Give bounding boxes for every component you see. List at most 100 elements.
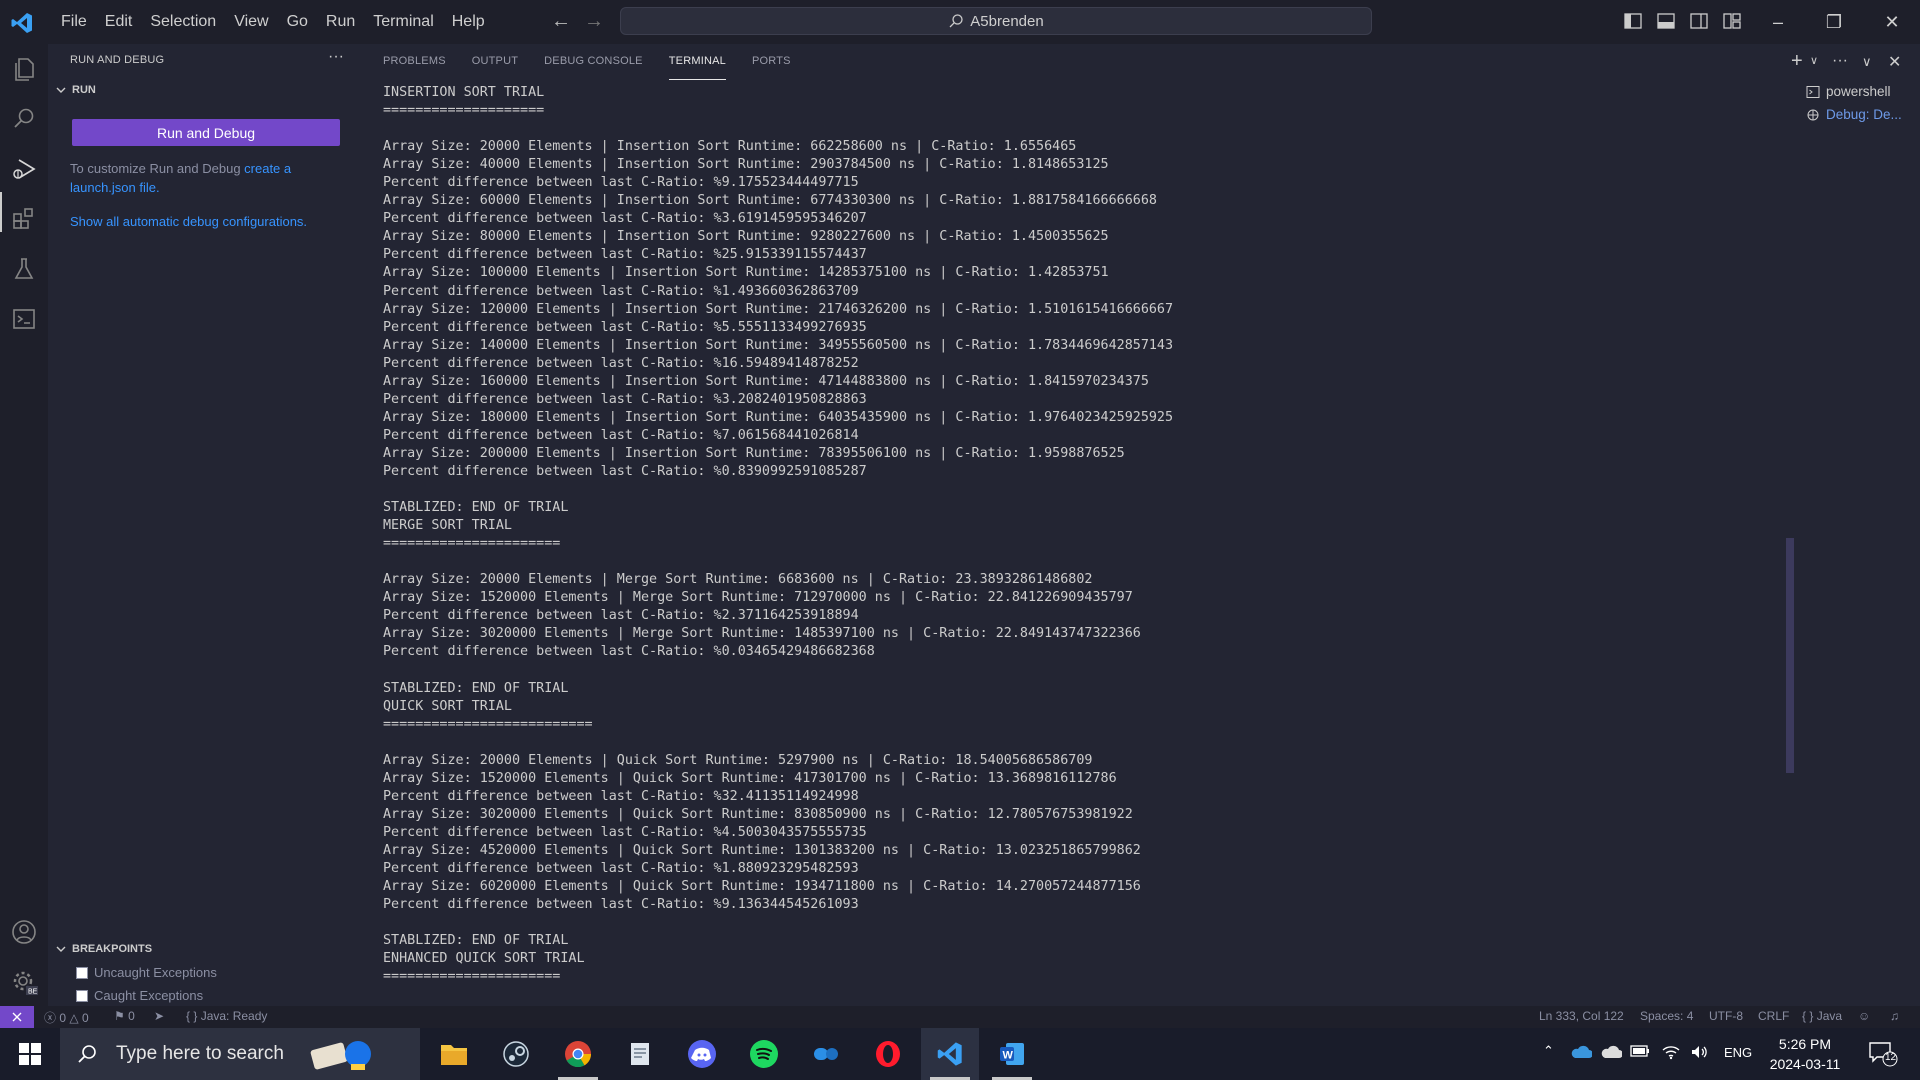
- menu-edit[interactable]: Edit: [96, 13, 142, 31]
- vscode-taskbar-icon[interactable]: [921, 1028, 979, 1080]
- breakpoint-uncaught-exceptions[interactable]: Uncaught Exceptions: [76, 965, 217, 980]
- panel-more-icon[interactable]: ···: [1832, 52, 1848, 70]
- manage-gear-icon[interactable]: BE: [10, 968, 38, 996]
- panel-tabs: PROBLEMS OUTPUT DEBUG CONSOLE TERMINAL P…: [383, 44, 817, 80]
- language-label: Java: [1816, 1009, 1843, 1023]
- wifi-icon[interactable]: [1662, 1044, 1680, 1063]
- tab-output[interactable]: OUTPUT: [472, 44, 518, 80]
- word-icon[interactable]: W: [983, 1028, 1041, 1080]
- run-and-debug-icon[interactable]: [10, 155, 38, 183]
- terminal-item-debug[interactable]: Debug: De...: [1800, 103, 1920, 126]
- run-section-header[interactable]: RUN: [54, 83, 96, 97]
- end-of-line[interactable]: CRLF: [1758, 1009, 1789, 1023]
- svg-text:BE: BE: [28, 989, 38, 996]
- discord-icon[interactable]: [673, 1028, 731, 1080]
- restore-icon[interactable]: ❐: [1806, 0, 1862, 44]
- menu-file[interactable]: File: [52, 13, 96, 31]
- terminal-output[interactable]: INSERTION SORT TRIAL ===================…: [383, 84, 1783, 1004]
- sidebar-title: RUN AND DEBUG: [70, 54, 165, 66]
- debug-status-icon[interactable]: ➤: [154, 1009, 164, 1023]
- menu-run[interactable]: Run: [317, 13, 364, 31]
- checkbox[interactable]: [76, 989, 88, 1002]
- menu-help[interactable]: Help: [443, 13, 494, 31]
- notifications-bell-icon[interactable]: ♫: [1890, 1009, 1899, 1023]
- taskbar-search-placeholder: Type here to search: [116, 1043, 284, 1064]
- title-bar: File Edit Selection View Go Run Terminal…: [0, 0, 1920, 44]
- minimize-icon[interactable]: –: [1750, 0, 1806, 44]
- extensions-icon[interactable]: [10, 205, 38, 233]
- error-icon: ⓧ: [44, 1011, 60, 1025]
- notification-center-icon[interactable]: 12: [1868, 1040, 1898, 1071]
- tab-terminal[interactable]: TERMINAL: [668, 44, 726, 80]
- terminal-dropdown-icon[interactable]: ∨: [1810, 54, 1818, 67]
- chevron-down-icon: [56, 87, 66, 93]
- run-and-debug-button[interactable]: Run and Debug: [72, 119, 340, 146]
- error-count: 0: [59, 1010, 67, 1025]
- app-icon[interactable]: [797, 1028, 855, 1080]
- close-icon[interactable]: ✕: [1864, 0, 1920, 44]
- file-explorer-icon[interactable]: [425, 1028, 483, 1080]
- onedrive-cloud-icon[interactable]: [1570, 1044, 1593, 1063]
- account-icon[interactable]: [10, 918, 38, 946]
- java-status[interactable]: { } Java: Ready: [186, 1009, 267, 1023]
- menu-view[interactable]: View: [225, 13, 277, 31]
- breakpoint-label: Caught Exceptions: [94, 988, 204, 1003]
- toggle-secondary-sidebar-icon[interactable]: [1689, 11, 1709, 31]
- chrome-icon[interactable]: [549, 1028, 607, 1080]
- show-all-debug-configs-link[interactable]: Show all automatic debug configurations.: [70, 212, 340, 231]
- breakpoint-caught-exceptions[interactable]: Caught Exceptions: [76, 988, 203, 1003]
- menu-terminal[interactable]: Terminal: [364, 13, 442, 31]
- opera-icon[interactable]: [859, 1028, 917, 1080]
- more-actions-icon[interactable]: ···: [328, 48, 344, 66]
- encoding[interactable]: UTF-8: [1709, 1009, 1743, 1023]
- chevron-down-icon: [56, 946, 66, 952]
- spotify-icon[interactable]: [735, 1028, 793, 1080]
- notepad-icon[interactable]: [611, 1028, 669, 1080]
- close-panel-icon[interactable]: ✕: [1888, 52, 1901, 72]
- tab-problems[interactable]: PROBLEMS: [383, 44, 446, 80]
- steam-icon[interactable]: [487, 1028, 545, 1080]
- terminal-item-powershell[interactable]: powershell: [1800, 80, 1920, 103]
- remote-indicator-icon[interactable]: [0, 1006, 34, 1028]
- input-language[interactable]: ENG: [1724, 1045, 1752, 1060]
- indentation[interactable]: Spaces: 4: [1640, 1009, 1693, 1023]
- menu-selection[interactable]: Selection: [141, 13, 225, 31]
- breakpoints-section-header[interactable]: BREAKPOINTS: [54, 942, 152, 956]
- search-icon[interactable]: [10, 105, 38, 133]
- command-center-search[interactable]: A5brenden: [620, 7, 1372, 35]
- maximize-panel-icon[interactable]: ∨: [1862, 54, 1872, 70]
- terminal-panel-icon[interactable]: [10, 305, 38, 333]
- language-mode[interactable]: { } Java: [1802, 1009, 1842, 1023]
- copilot-icon[interactable]: ☺: [1858, 1009, 1870, 1023]
- battery-icon[interactable]: [1630, 1044, 1650, 1061]
- toggle-panel-icon[interactable]: [1656, 11, 1676, 31]
- customize-text: To customize Run and Debug create a laun…: [70, 159, 340, 197]
- tab-ports[interactable]: PORTS: [752, 44, 791, 80]
- run-section-label: RUN: [72, 84, 96, 96]
- volume-icon[interactable]: [1690, 1044, 1710, 1063]
- debug-icon: [1807, 109, 1819, 120]
- forward-arrow-icon[interactable]: →: [582, 10, 606, 34]
- taskbar-search-box[interactable]: Type here to search: [60, 1028, 420, 1080]
- new-terminal-icon[interactable]: +: [1791, 50, 1803, 73]
- cursor-position[interactable]: Ln 333, Col 122: [1539, 1009, 1624, 1023]
- vscode-logo-icon: [10, 11, 34, 35]
- search-highlight-icon: [310, 1041, 371, 1070]
- show-hidden-icons-chevron-icon[interactable]: ⌃: [1543, 1043, 1554, 1059]
- menu-go[interactable]: Go: [278, 13, 317, 31]
- ports-status[interactable]: ⚑ 0: [114, 1009, 135, 1023]
- customize-layout-icon[interactable]: [1722, 11, 1742, 31]
- checkbox[interactable]: [76, 966, 88, 979]
- tab-debug-console[interactable]: DEBUG CONSOLE: [544, 44, 643, 80]
- explorer-icon[interactable]: [10, 55, 38, 83]
- windows-start-icon[interactable]: [0, 1028, 60, 1080]
- problems-status[interactable]: ⓧ 0 △ 0: [44, 1009, 89, 1026]
- braces-icon: { }: [1802, 1009, 1817, 1023]
- toggle-primary-sidebar-icon[interactable]: [1623, 11, 1643, 31]
- taskbar-clock[interactable]: 5:26 PM 2024-03-11: [1760, 1034, 1850, 1074]
- back-arrow-icon[interactable]: ←: [549, 10, 573, 34]
- terminal-icon: [1806, 85, 1820, 98]
- testing-flask-icon[interactable]: [10, 255, 38, 283]
- cloud-sync-icon[interactable]: [1600, 1044, 1623, 1063]
- terminal-scrollbar[interactable]: [1786, 538, 1794, 773]
